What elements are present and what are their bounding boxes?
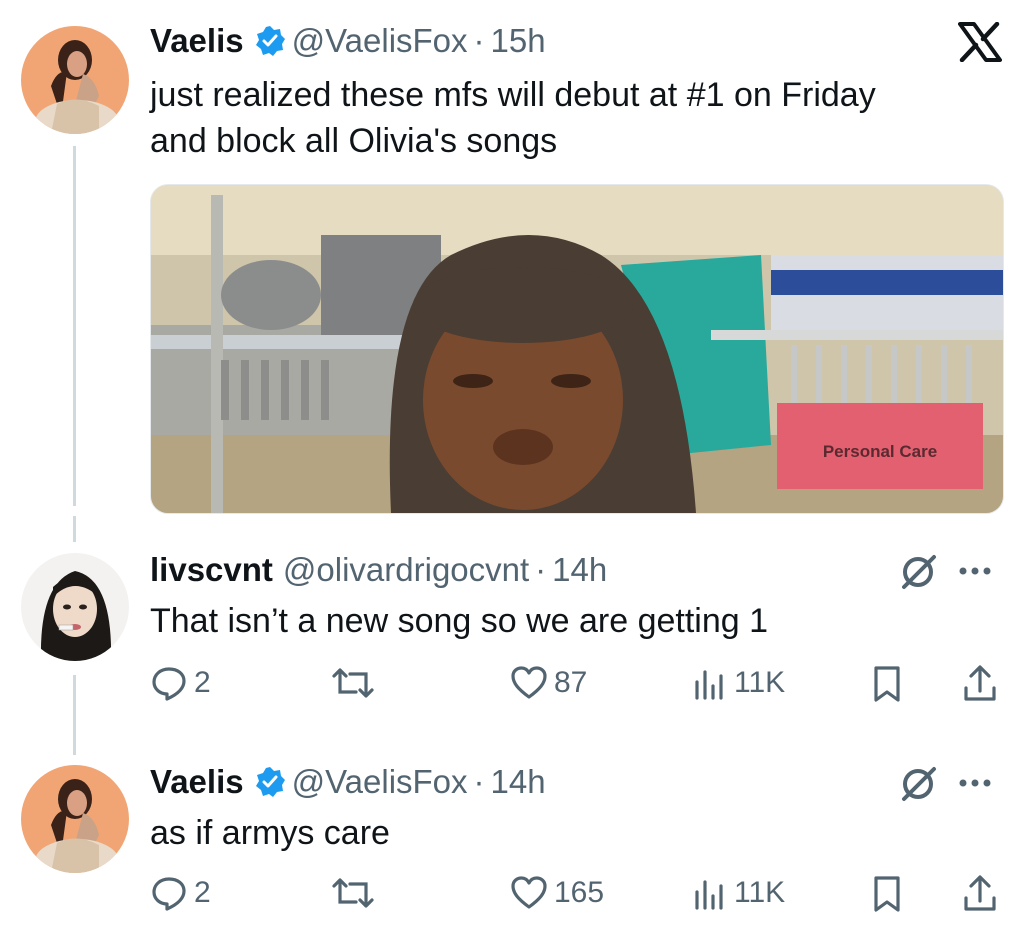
thread-line xyxy=(73,675,76,755)
tweet-text: just realized these mfs will debut at #1… xyxy=(150,72,876,164)
more-icon[interactable] xyxy=(955,768,995,803)
reply-button[interactable]: 2 xyxy=(150,664,211,702)
share-button[interactable] xyxy=(960,664,1000,704)
grok-icon[interactable] xyxy=(898,763,938,808)
reply-count: 2 xyxy=(194,666,211,699)
reply-icon xyxy=(150,874,188,912)
verified-badge-icon xyxy=(254,25,286,57)
reply-icon xyxy=(150,664,188,702)
views-button[interactable]: 11K xyxy=(690,874,785,912)
avatar[interactable] xyxy=(21,765,129,873)
timestamp[interactable]: 14h xyxy=(491,762,546,802)
bookmark-button[interactable] xyxy=(868,664,906,704)
reply-text: as if armys care xyxy=(150,814,390,852)
views-icon xyxy=(690,664,728,702)
separator: · xyxy=(535,551,547,588)
like-count: 165 xyxy=(554,876,605,909)
reply-text: That isn’t a new song so we are getting … xyxy=(150,602,769,640)
avatar[interactable] xyxy=(21,553,129,661)
action-bar: 2 87 11K xyxy=(150,664,1004,708)
views-count: 11K xyxy=(734,876,786,909)
share-icon xyxy=(960,664,1000,704)
repost-button[interactable] xyxy=(330,874,376,912)
like-button[interactable]: 165 xyxy=(510,874,604,912)
bookmark-button[interactable] xyxy=(868,874,906,914)
separator: · xyxy=(473,22,485,59)
more-icon[interactable] xyxy=(955,556,995,591)
author-name[interactable]: Vaelis xyxy=(150,762,244,802)
share-icon xyxy=(960,874,1000,914)
separator: · xyxy=(473,763,485,800)
reply-header: livscvnt @olivardrigocvnt · 14h xyxy=(150,550,607,590)
timestamp[interactable]: 15h xyxy=(491,21,546,61)
media-sign-text: Personal Care xyxy=(823,442,937,461)
tweet-media[interactable]: Personal Care xyxy=(150,184,1004,514)
views-count: 11K xyxy=(734,666,786,699)
views-icon xyxy=(690,874,728,912)
repost-icon xyxy=(330,664,376,702)
author-handle[interactable]: @VaelisFox xyxy=(292,21,468,61)
share-button[interactable] xyxy=(960,874,1000,914)
reply-count: 2 xyxy=(194,876,211,909)
tweet-text-line: just realized these mfs will debut at #1… xyxy=(150,76,876,114)
like-button[interactable]: 87 xyxy=(510,664,587,702)
views-button[interactable]: 11K xyxy=(690,664,785,702)
author-name[interactable]: Vaelis xyxy=(150,21,244,61)
reply-header: Vaelis @VaelisFox · 14h xyxy=(150,762,546,802)
thread-line xyxy=(73,146,76,506)
reply-button[interactable]: 2 xyxy=(150,874,211,912)
avatar[interactable] xyxy=(21,26,129,134)
tweet-text-line: and block all Olivia's songs xyxy=(150,122,558,160)
bookmark-icon xyxy=(868,874,906,914)
author-name[interactable]: livscvnt xyxy=(150,550,273,590)
grok-icon[interactable] xyxy=(898,551,938,596)
author-handle[interactable]: @VaelisFox xyxy=(292,762,468,802)
timestamp[interactable]: 14h xyxy=(552,550,607,590)
like-icon xyxy=(510,664,548,702)
author-handle[interactable]: @olivardrigocvnt xyxy=(283,550,529,590)
repost-button[interactable] xyxy=(330,664,376,702)
like-count: 87 xyxy=(554,666,588,699)
verified-badge-icon xyxy=(254,766,286,798)
tweet-header: Vaelis @VaelisFox · 15h xyxy=(150,21,546,61)
like-icon xyxy=(510,874,548,912)
bookmark-icon xyxy=(868,664,906,704)
action-bar: 2 165 11K xyxy=(150,874,1004,918)
x-logo-icon[interactable] xyxy=(958,21,1002,67)
repost-icon xyxy=(330,874,376,912)
thread-line xyxy=(73,516,76,542)
